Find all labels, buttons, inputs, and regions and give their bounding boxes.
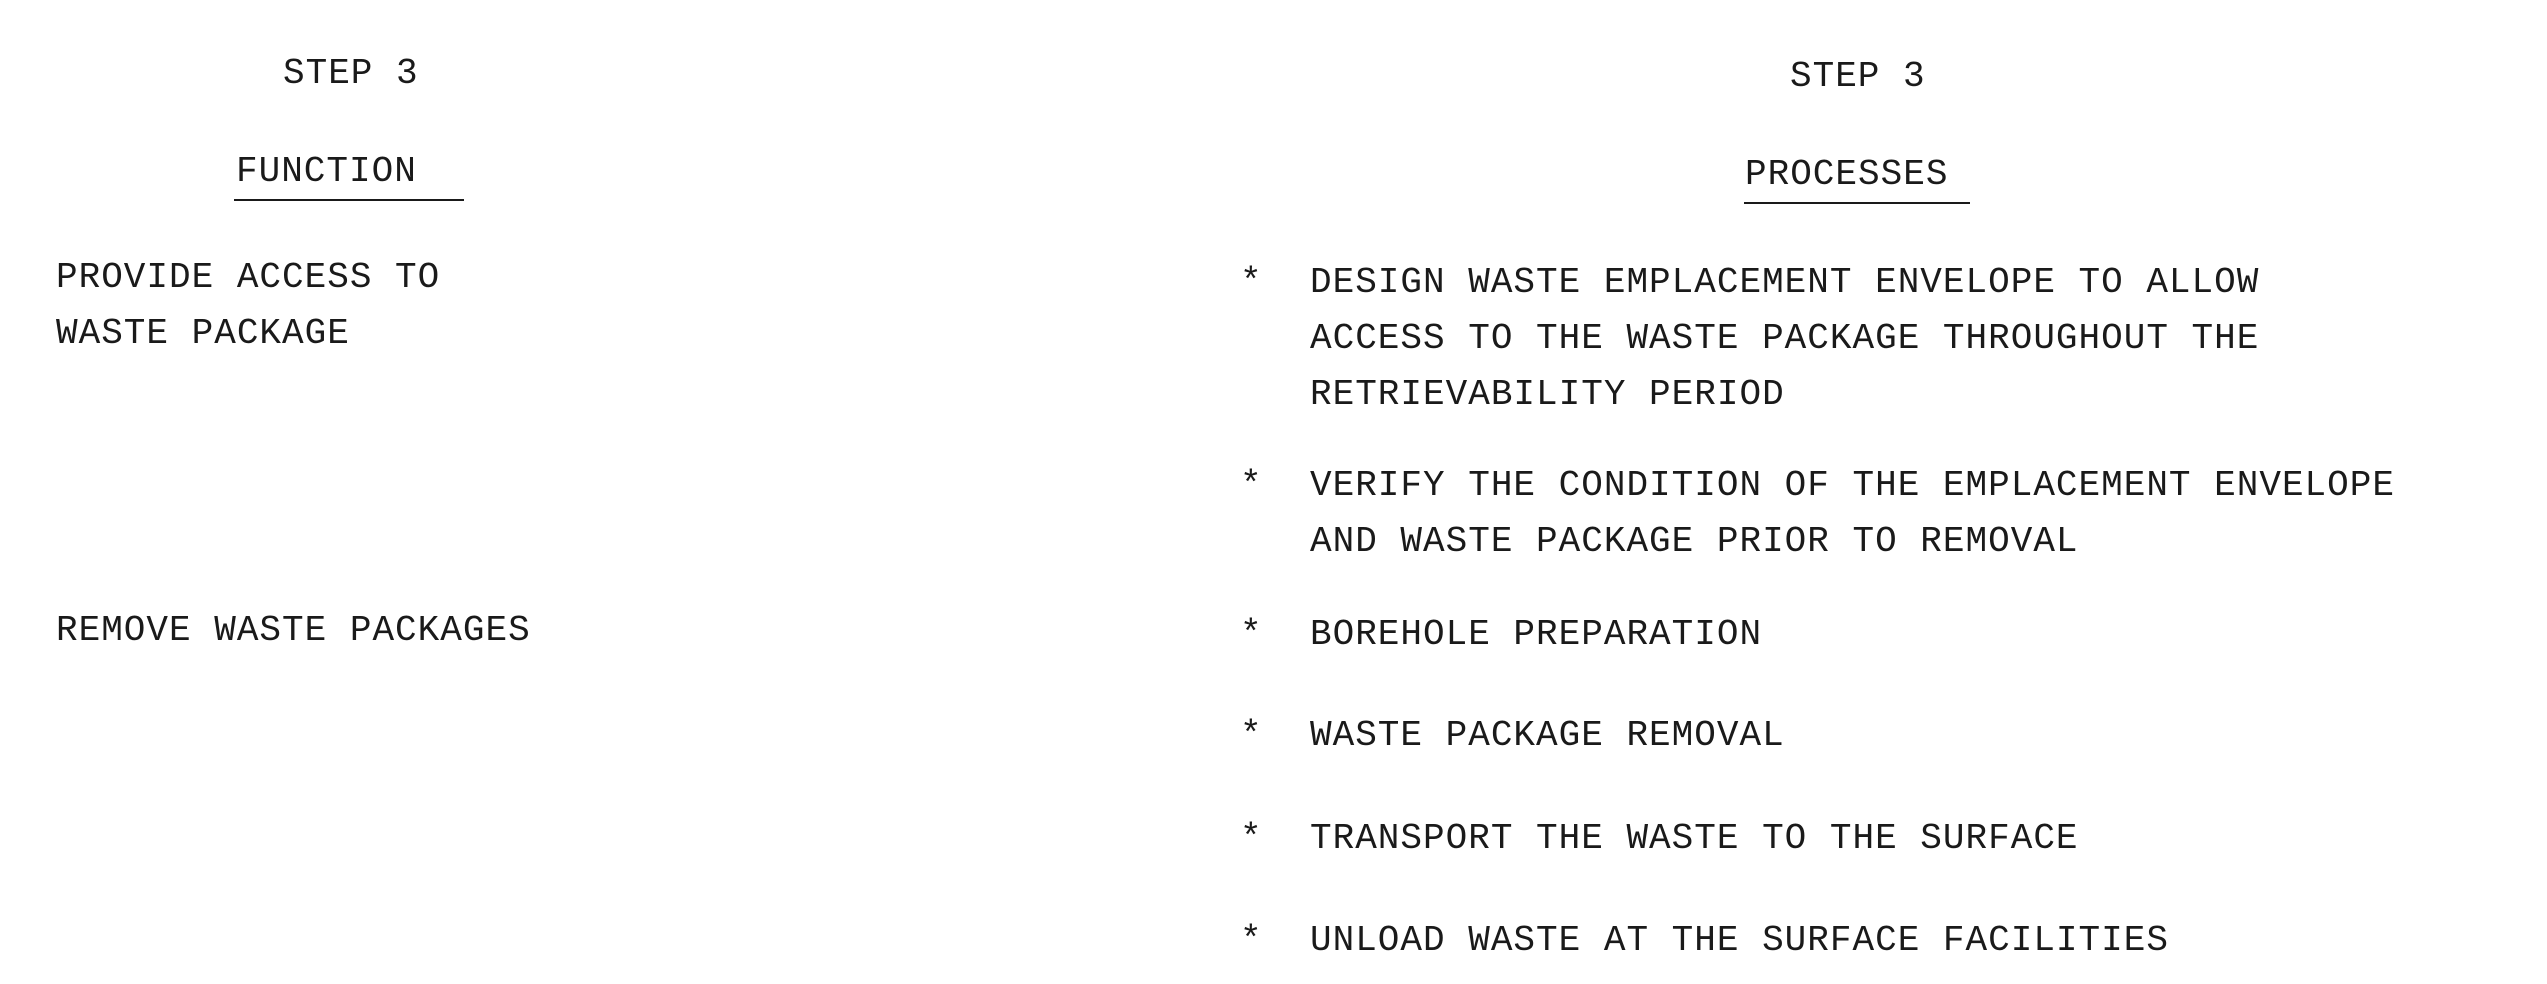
process-line: ACCESS TO THE WASTE PACKAGE THROUGHOUT T… [1310, 318, 2260, 359]
function-line: PROVIDE ACCESS TO [56, 257, 441, 298]
bullet-asterisk: * [1240, 614, 1263, 655]
function-item-provide-access: PROVIDE ACCESS TO WASTE PACKAGE [56, 250, 440, 362]
bullet-asterisk: * [1240, 262, 1263, 303]
document-page: STEP 3 FUNCTION STEP 3 PROCESSES PROVIDE… [0, 0, 2547, 984]
bullet-asterisk: * [1240, 465, 1263, 506]
function-item-remove-packages: REMOVE WASTE PACKAGES [56, 603, 531, 659]
processes-heading-underline [1744, 202, 1970, 204]
process-line: WASTE PACKAGE REMOVAL [1310, 715, 1785, 756]
bullet-asterisk: * [1240, 920, 1263, 961]
function-line: WASTE PACKAGE [56, 313, 350, 354]
function-line: REMOVE WASTE PACKAGES [56, 610, 531, 651]
function-heading: FUNCTION [236, 151, 417, 192]
bullet-asterisk: * [1240, 818, 1263, 859]
function-heading-underline [234, 199, 464, 201]
right-step-label: STEP 3 [1790, 56, 1926, 97]
process-line: VERIFY THE CONDITION OF THE EMPLACEMENT … [1310, 465, 2395, 506]
process-line: UNLOAD WASTE AT THE SURFACE FACILITIES [1310, 920, 2169, 961]
bullet-asterisk: * [1240, 715, 1263, 756]
left-step-label: STEP 3 [283, 53, 419, 94]
process-line: BOREHOLE PREPARATION [1310, 614, 1763, 655]
process-line: RETRIEVABILITY PERIOD [1310, 374, 1785, 415]
process-text: WASTE PACKAGE REMOVAL [1310, 708, 1785, 764]
process-line: TRANSPORT THE WASTE TO THE SURFACE [1310, 818, 2079, 859]
process-text: UNLOAD WASTE AT THE SURFACE FACILITIES [1310, 913, 2169, 969]
process-text: VERIFY THE CONDITION OF THE EMPLACEMENT … [1310, 458, 2395, 570]
process-text: BOREHOLE PREPARATION [1310, 607, 1762, 663]
process-text: DESIGN WASTE EMPLACEMENT ENVELOPE TO ALL… [1310, 255, 2259, 423]
processes-heading: PROCESSES [1745, 154, 1949, 195]
process-line: DESIGN WASTE EMPLACEMENT ENVELOPE TO ALL… [1310, 262, 2260, 303]
process-line: AND WASTE PACKAGE PRIOR TO REMOVAL [1310, 521, 2079, 562]
process-text: TRANSPORT THE WASTE TO THE SURFACE [1310, 811, 2079, 867]
